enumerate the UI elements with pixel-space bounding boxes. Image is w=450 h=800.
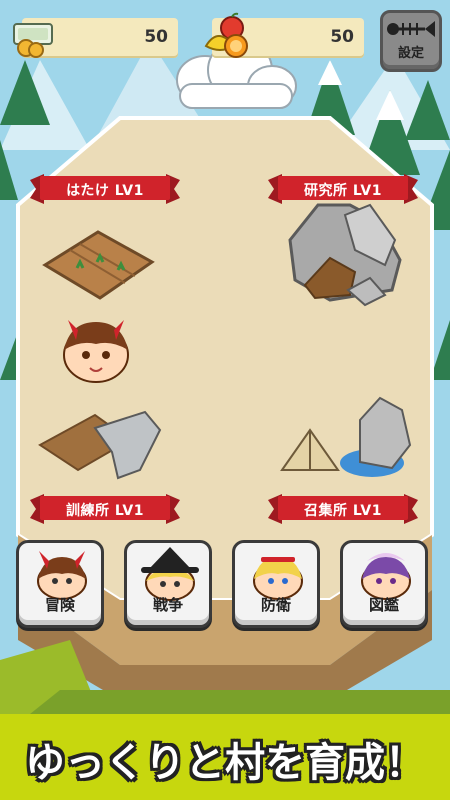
war-label: 戦争: [152, 596, 183, 614]
money-icon: [13, 23, 53, 58]
training-ribbon[interactable]: 訓練所 LV1: [30, 494, 180, 524]
money-value: 50: [144, 27, 168, 47]
alice-face-icon: [253, 557, 303, 600]
encyclopedia-label: 図鑑: [368, 596, 399, 614]
defense-button[interactable]: 防衛: [232, 540, 320, 628]
village-scene: [0, 0, 450, 800]
field-label: はたけ LV1: [66, 183, 144, 199]
food-counter: 50: [204, 12, 364, 58]
war-button[interactable]: 戦争: [124, 540, 212, 628]
adventure-label: 冒険: [44, 596, 75, 614]
money-counter: 50: [13, 18, 178, 58]
marisa-face-icon: [141, 547, 199, 601]
training-label: 訓練所 LV1: [66, 503, 144, 519]
lab-ribbon[interactable]: 研究所 LV1: [268, 174, 418, 204]
encyclopedia-button[interactable]: 図鑑: [340, 540, 428, 628]
adventure-button[interactable]: 冒険: [16, 540, 104, 628]
settings-button[interactable]: 設定: [380, 10, 442, 72]
defense-label: 防衛: [260, 596, 291, 614]
settings-label: 設定: [397, 46, 424, 61]
recruit-ribbon[interactable]: 召集所 LV1: [268, 494, 418, 524]
patchouli-face-icon: [361, 553, 411, 600]
fruit-icon: [204, 12, 248, 58]
fish-bone-icon: [387, 21, 435, 37]
lab-label: 研究所 LV1: [304, 183, 382, 199]
field-ribbon[interactable]: はたけ LV1: [30, 174, 180, 204]
yukkuri-character: [63, 320, 129, 383]
recruit-label: 召集所 LV1: [304, 503, 382, 519]
promo-text: ゆっくりと村を育成！: [25, 740, 425, 786]
food-value: 50: [330, 27, 354, 47]
reimu-face-icon: [37, 551, 87, 600]
promo-banner: ゆっくりと村を育成！: [0, 714, 450, 800]
